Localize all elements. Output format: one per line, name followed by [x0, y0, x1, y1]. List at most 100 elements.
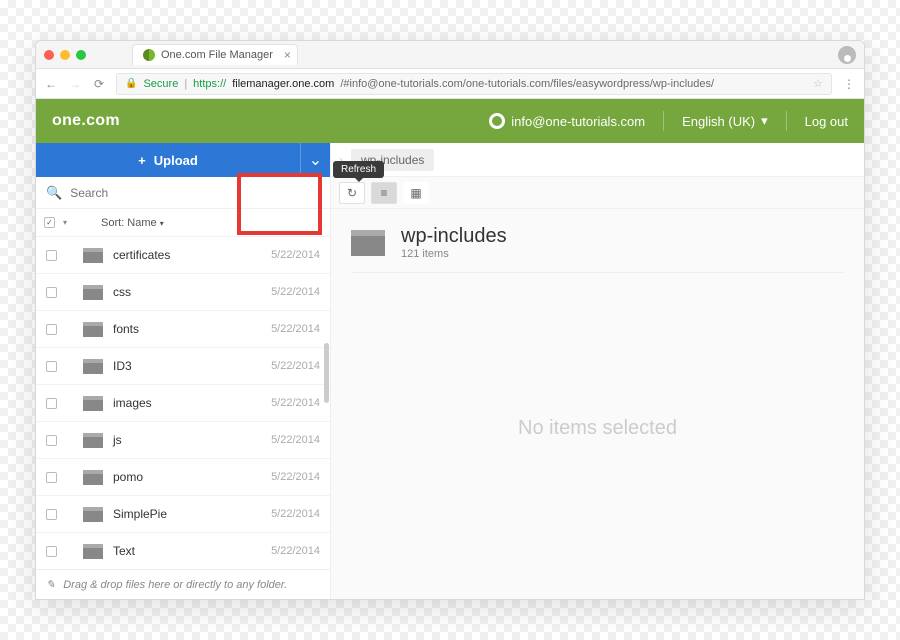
file-name: ID3 [113, 359, 132, 373]
favicon-icon [143, 49, 155, 61]
breadcrumb: › wp-includes [331, 143, 864, 177]
profile-avatar-icon[interactable] [838, 46, 856, 64]
chevron-down-icon[interactable]: ▾ [63, 218, 67, 227]
user-icon [489, 113, 505, 129]
account-email: info@one-tutorials.com [511, 114, 645, 129]
account-menu[interactable]: info@one-tutorials.com [489, 113, 645, 129]
url-field[interactable]: 🔒 Secure | https://filemanager.one.com/#… [116, 73, 832, 95]
list-icon: ≡ [380, 186, 387, 200]
file-name: pomo [113, 470, 143, 484]
folder-icon [83, 544, 103, 559]
pencil-icon: ✎ [46, 578, 55, 591]
folder-icon [351, 230, 385, 256]
file-date: 5/22/2014 [271, 545, 320, 557]
scrollbar-thumb[interactable] [324, 343, 329, 403]
file-date: 5/22/2014 [271, 249, 320, 261]
url-path: /#info@one-tutorials.com/one-tutorials.c… [340, 78, 714, 90]
language-label: English (UK) [682, 114, 755, 129]
search-input[interactable] [70, 186, 320, 200]
row-checkbox[interactable] [46, 398, 57, 409]
grid-view-button[interactable]: ▦ [403, 182, 429, 204]
file-date: 5/22/2014 [271, 471, 320, 483]
browser-address-bar: ← → ⟳ 🔒 Secure | https://filemanager.one… [36, 69, 864, 99]
folder-icon [83, 359, 103, 374]
lock-icon: 🔒 [125, 78, 137, 89]
list-item[interactable]: fonts 5/22/2014 [36, 311, 330, 348]
file-date: 5/22/2014 [271, 508, 320, 520]
detail-title: wp-includes [401, 225, 507, 248]
file-date: 5/22/2014 [271, 323, 320, 335]
file-name: certificates [113, 248, 170, 262]
chevron-down-icon: ▾ [160, 219, 164, 228]
select-all-checkbox[interactable]: ✓ [44, 217, 55, 228]
brand-logo: one.com [52, 112, 120, 130]
file-date: 5/22/2014 [271, 286, 320, 298]
row-checkbox[interactable] [46, 287, 57, 298]
logout-link[interactable]: Log out [805, 114, 848, 129]
sort-menu[interactable]: Sort: Name ▾ [101, 217, 164, 229]
url-domain: filemanager.one.com [232, 78, 334, 90]
nav-forward-icon[interactable]: → [68, 77, 82, 91]
row-checkbox[interactable] [46, 324, 57, 335]
nav-reload-icon[interactable]: ⟳ [92, 77, 106, 91]
list-item[interactable]: Text 5/22/2014 [36, 533, 330, 569]
tab-title: One.com File Manager [161, 49, 273, 61]
folder-icon [83, 396, 103, 411]
window-zoom-dot[interactable] [76, 50, 86, 60]
row-checkbox[interactable] [46, 509, 57, 520]
list-item[interactable]: ID3 5/22/2014 [36, 348, 330, 385]
grid-icon: ▦ [410, 186, 421, 200]
row-checkbox[interactable] [46, 435, 57, 446]
row-checkbox[interactable] [46, 472, 57, 483]
file-name: js [113, 433, 122, 447]
window-minimize-dot[interactable] [60, 50, 70, 60]
detail-subtitle: 121 items [401, 248, 507, 260]
search-icon: 🔍 [46, 185, 62, 201]
secure-label: Secure [143, 78, 178, 90]
file-date: 5/22/2014 [271, 397, 320, 409]
empty-state: No items selected [351, 273, 844, 583]
list-item[interactable]: js5/22/2014 [36, 422, 330, 459]
divider [786, 111, 787, 131]
folder-icon [83, 470, 103, 485]
window-close-dot[interactable] [44, 50, 54, 60]
sidebar: + Upload ⌄ 🔍 ✓ ▾ Sort: Name ▾ certificat… [36, 143, 331, 599]
nav-back-icon[interactable]: ← [44, 77, 58, 91]
list-item[interactable]: css 5/22/2014 [36, 274, 330, 311]
row-checkbox[interactable] [46, 546, 57, 557]
browser-tab[interactable]: One.com File Manager × [132, 44, 298, 65]
folder-icon [83, 248, 103, 263]
list-item[interactable]: images 5/22/2014 [36, 385, 330, 422]
folder-icon [83, 285, 103, 300]
browser-tab-bar: One.com File Manager × [36, 41, 864, 69]
browser-menu-icon[interactable]: ⋮ [842, 77, 856, 91]
row-checkbox[interactable] [46, 250, 57, 261]
tab-close-icon[interactable]: × [284, 48, 291, 62]
list-view-button[interactable]: ≡ [371, 182, 397, 204]
file-name: css [113, 285, 131, 299]
file-date: 5/22/2014 [271, 360, 320, 372]
list-item[interactable]: SimplePie5/22/2014 [36, 496, 330, 533]
app-header: one.com info@one-tutorials.com English (… [36, 99, 864, 143]
refresh-icon: ↻ [347, 186, 357, 200]
chevron-down-icon: ⌄ [309, 150, 322, 170]
list-item[interactable]: pomo 5/22/2014 [36, 459, 330, 496]
upload-button[interactable]: + Upload [36, 143, 300, 177]
file-name: Text [113, 544, 135, 558]
detail-panel: wp-includes 121 items No items selected [331, 209, 864, 599]
refresh-tooltip: Refresh [333, 161, 384, 178]
divider [663, 111, 664, 131]
drag-hint-text: Drag & drop files here or directly to an… [63, 579, 287, 591]
file-name: images [113, 396, 152, 410]
folder-icon [83, 433, 103, 448]
list-item[interactable]: certificates 5/22/2014 [36, 237, 330, 274]
row-checkbox[interactable] [46, 361, 57, 372]
upload-options-button[interactable]: ⌄ [300, 143, 330, 177]
bookmark-star-icon[interactable]: ☆ [813, 77, 823, 90]
drag-drop-hint: ✎ Drag & drop files here or directly to … [36, 569, 330, 599]
file-name: fonts [113, 322, 139, 336]
folder-icon [83, 322, 103, 337]
folder-icon [83, 507, 103, 522]
language-menu[interactable]: English (UK) ▾ [682, 113, 768, 129]
url-scheme: https:// [193, 78, 226, 90]
